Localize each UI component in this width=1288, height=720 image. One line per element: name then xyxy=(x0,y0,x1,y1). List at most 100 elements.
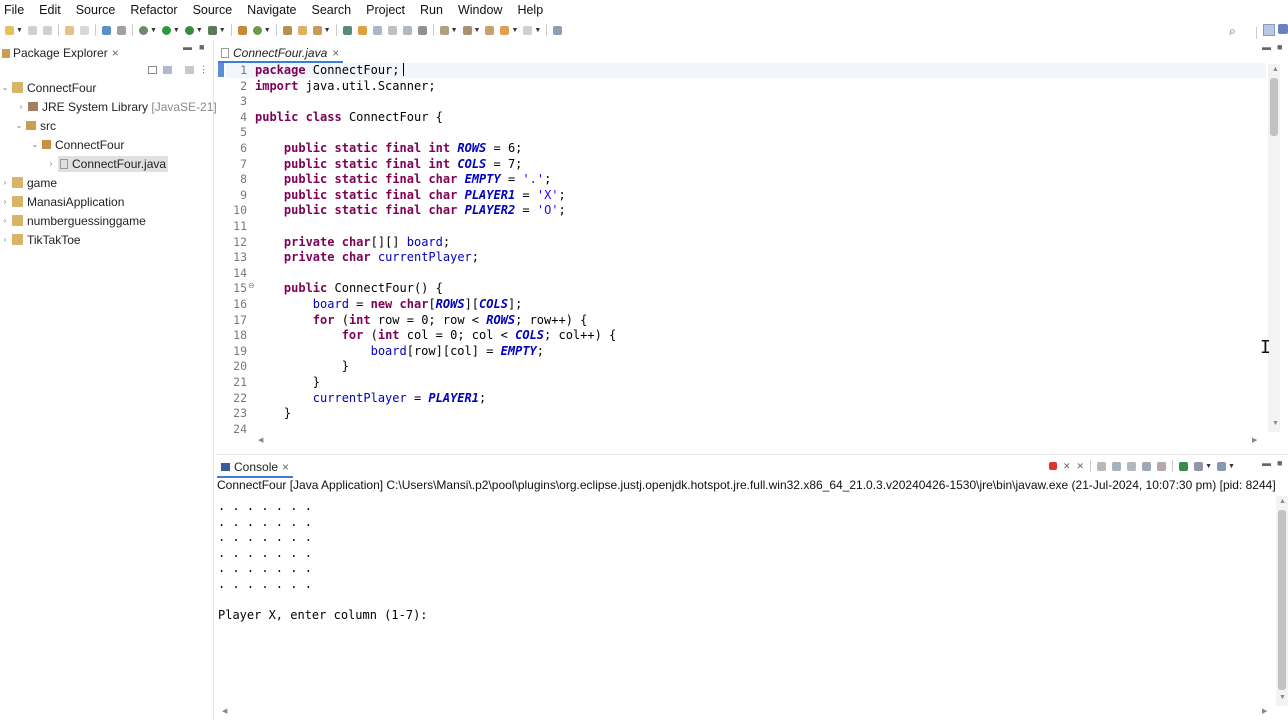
show-whitespace-icon[interactable] xyxy=(402,25,412,35)
tab-console[interactable]: Console × xyxy=(217,458,294,478)
scroll-left-icon[interactable]: ◀ xyxy=(222,707,227,715)
menu-edit[interactable]: Edit xyxy=(35,3,68,17)
previous-annotation-icon[interactable] xyxy=(462,25,472,35)
tab-connectfour-java[interactable]: ConnectFour.java × xyxy=(218,44,344,63)
debug-icon[interactable] xyxy=(138,25,148,35)
forward-icon[interactable] xyxy=(523,25,533,35)
show-on-error-icon[interactable] xyxy=(1157,461,1167,471)
next-annotation-dropdown-icon[interactable]: ▼ xyxy=(451,27,458,34)
code-line[interactable]: 16 board = new char[ROWS][COLS]; xyxy=(216,296,1266,312)
menu-navigate[interactable]: Navigate xyxy=(243,3,303,17)
collapse-chevron-icon[interactable]: › xyxy=(0,216,10,225)
menu-file[interactable]: File xyxy=(0,3,31,17)
menu-help[interactable]: Help xyxy=(513,3,550,17)
code-line[interactable]: 5 xyxy=(216,124,1266,140)
code-line[interactable]: 4 public class ConnectFour { xyxy=(216,109,1266,125)
tree-item-game[interactable]: › game xyxy=(0,173,57,192)
new-class-dropdown-icon[interactable]: ▼ xyxy=(264,27,271,34)
terminate-icon[interactable] xyxy=(1049,462,1057,470)
word-wrap-icon[interactable] xyxy=(387,25,397,35)
minimize-icon[interactable]: ▬ xyxy=(1262,42,1271,52)
run-dropdown-icon[interactable]: ▼ xyxy=(173,27,180,34)
scroll-left-icon[interactable]: ◀ xyxy=(258,436,263,444)
code-line[interactable]: 22 currentPlayer = PLAYER1; xyxy=(216,390,1266,406)
pilcrow-icon[interactable] xyxy=(417,25,427,35)
redo-icon[interactable] xyxy=(79,25,89,35)
open-type-icon[interactable] xyxy=(282,25,292,35)
pin-editor-icon[interactable] xyxy=(553,25,563,35)
code-line[interactable]: 23 } xyxy=(216,405,1266,421)
menu-source-2[interactable]: Source xyxy=(189,3,240,17)
menu-window[interactable]: Window xyxy=(454,3,509,17)
forward-dropdown-icon[interactable]: ▼ xyxy=(534,27,541,34)
scroll-right-icon[interactable]: ▶ xyxy=(1252,436,1257,444)
code-line[interactable]: 9 public static final char PLAYER1 = 'X'… xyxy=(216,187,1266,203)
console-vertical-scrollbar[interactable]: ▲ ▼ xyxy=(1276,496,1288,706)
perspective-icon[interactable] xyxy=(1263,24,1275,36)
maximize-icon[interactable]: ■ xyxy=(1277,42,1282,52)
scroll-up-icon[interactable]: ▲ xyxy=(1279,498,1286,505)
code-line[interactable]: 10 public static final char PLAYER2 = 'O… xyxy=(216,202,1266,218)
menu-source[interactable]: Source xyxy=(72,3,123,17)
tree-item-src[interactable]: ⌄ src xyxy=(14,116,56,135)
search-icon[interactable]: ⌕ xyxy=(1229,24,1236,39)
display-console-icon[interactable] xyxy=(1194,461,1204,471)
new-java-project-icon[interactable] xyxy=(237,25,247,35)
menu-run[interactable]: Run xyxy=(416,3,450,17)
word-wrap-console-icon[interactable] xyxy=(1127,461,1137,471)
collapse-chevron-icon[interactable]: › xyxy=(0,178,10,187)
back-icon[interactable] xyxy=(500,25,510,35)
maximize-icon[interactable]: ■ xyxy=(199,42,204,52)
expand-chevron-icon[interactable]: ⌄ xyxy=(30,140,40,149)
close-icon[interactable]: × xyxy=(112,46,119,60)
last-edit-icon[interactable] xyxy=(485,25,495,35)
close-icon[interactable]: × xyxy=(282,460,289,474)
menu-refactor[interactable]: Refactor xyxy=(126,3,184,17)
scroll-lock-icon[interactable] xyxy=(1112,461,1122,471)
code-line[interactable]: 20 } xyxy=(216,358,1266,374)
scroll-down-icon[interactable]: ▼ xyxy=(1279,694,1286,701)
toggle-breadcrumb-icon[interactable] xyxy=(342,25,352,35)
code-line[interactable]: 18 for (int col = 0; col < COLS; col++) … xyxy=(216,327,1266,343)
code-line[interactable]: 13 private char currentPlayer; xyxy=(216,249,1266,265)
show-on-output-icon[interactable] xyxy=(1142,461,1152,471)
new-dropdown-icon[interactable]: ▼ xyxy=(16,27,23,34)
coverage-icon[interactable] xyxy=(184,25,194,35)
close-icon[interactable]: × xyxy=(332,46,339,60)
code-line[interactable]: 11 xyxy=(216,218,1266,234)
save-all-icon[interactable] xyxy=(42,25,52,35)
back-dropdown-icon[interactable]: ▼ xyxy=(511,27,518,34)
open-console-dropdown-icon[interactable]: ▼ xyxy=(1228,463,1235,470)
filter-icon[interactable] xyxy=(185,66,194,74)
search-dropdown-icon[interactable]: ▼ xyxy=(324,27,331,34)
code-line[interactable]: 14 xyxy=(216,265,1266,281)
next-annotation-icon[interactable] xyxy=(439,25,449,35)
skip-breakpoints-icon[interactable] xyxy=(116,25,126,35)
code-line[interactable]: 19 board[row][col] = EMPTY; xyxy=(216,343,1266,359)
new-icon[interactable] xyxy=(5,25,14,35)
external-tools-dropdown-icon[interactable]: ▼ xyxy=(219,27,226,34)
code-line[interactable]: 15 public ConnectFour() { xyxy=(216,280,1266,296)
collapse-chevron-icon[interactable]: › xyxy=(46,159,56,168)
collapse-chevron-icon[interactable]: › xyxy=(16,102,26,111)
editor-vertical-scrollbar[interactable]: ▲ ▼ xyxy=(1268,64,1280,432)
undo-icon[interactable] xyxy=(64,25,74,35)
code-line[interactable]: 7 public static final int COLS = 7; xyxy=(216,156,1266,172)
external-tools-icon[interactable] xyxy=(207,25,217,35)
menu-project[interactable]: Project xyxy=(362,3,412,17)
code-line[interactable]: 6 public static final int ROWS = 6; xyxy=(216,140,1266,156)
menu-search[interactable]: Search xyxy=(308,3,359,17)
code-line[interactable]: 1 package ConnectFour; xyxy=(216,62,1266,78)
tree-item-connectfour-java[interactable]: › ConnectFour.java xyxy=(46,154,169,173)
maximize-icon[interactable]: ■ xyxy=(1277,458,1282,468)
scrollbar-thumb[interactable] xyxy=(1270,78,1278,136)
fold-marker-icon[interactable]: ⊖ xyxy=(248,281,255,290)
link-with-editor-icon[interactable] xyxy=(163,66,172,74)
code-line[interactable]: 8 public static final char EMPTY = '.'; xyxy=(216,171,1266,187)
scroll-up-icon[interactable]: ▲ xyxy=(1272,66,1279,73)
search-toolbar-icon[interactable] xyxy=(312,25,322,35)
mark-occurrences-icon[interactable] xyxy=(357,25,367,35)
expand-chevron-icon[interactable]: ⌄ xyxy=(0,83,10,92)
collapse-chevron-icon[interactable]: › xyxy=(0,197,10,206)
scroll-right-icon[interactable]: ▶ xyxy=(1262,707,1267,715)
